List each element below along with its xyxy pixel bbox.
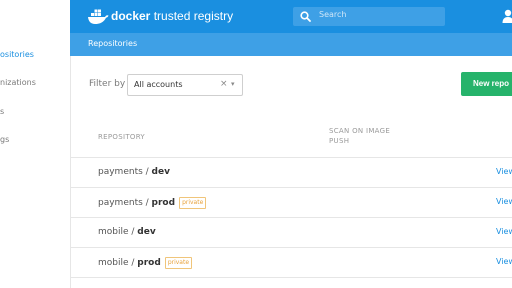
- view-link[interactable]: View: [496, 227, 512, 236]
- sidebar-item-label: gs: [0, 135, 10, 144]
- sidebar-item-label: s: [0, 107, 5, 116]
- breadcrumb-repositories[interactable]: Repositories: [88, 39, 137, 48]
- table-row: payments / prod private View: [70, 188, 512, 217]
- sidebar-item-settings[interactable]: gs: [0, 132, 70, 148]
- docker-logo[interactable]: docker trusted registry: [87, 8, 237, 26]
- new-repository-button[interactable]: New repo: [461, 72, 512, 96]
- new-repository-label: New repo: [473, 79, 510, 88]
- search-icon: [300, 11, 311, 22]
- sidebar-item-users[interactable]: s: [0, 104, 70, 120]
- account-filter-value: All accounts: [134, 80, 183, 89]
- search-input[interactable]: Search: [293, 7, 445, 26]
- sidebar-item-repositories[interactable]: ositories: [0, 47, 70, 63]
- sidebar-item-label: nizations: [0, 78, 36, 87]
- repository-name[interactable]: payments / dev: [98, 167, 170, 177]
- column-header-scan-on-push: SCAN ON IMAGE PUSH: [329, 127, 391, 145]
- view-link[interactable]: View: [496, 257, 512, 266]
- column-header-repository: REPOSITORY: [98, 133, 146, 141]
- chevron-down-icon[interactable]: ▾: [231, 80, 235, 88]
- clear-icon[interactable]: ×: [220, 79, 228, 89]
- repository-name[interactable]: mobile / prod private: [98, 257, 193, 269]
- sidebar: ositories nizations s gs: [0, 0, 71, 288]
- view-link[interactable]: View: [496, 197, 512, 206]
- private-badge: private: [179, 197, 207, 209]
- top-navbar: docker trusted registry Search: [70, 0, 512, 33]
- brand-name: docker trusted registry: [111, 9, 234, 23]
- account-filter-select[interactable]: All accounts × ▾: [127, 74, 243, 96]
- repository-name[interactable]: mobile / dev: [98, 227, 156, 237]
- sidebar-item-organizations[interactable]: nizations: [0, 75, 70, 91]
- divider: [70, 277, 512, 278]
- table-row: mobile / dev View: [70, 218, 512, 247]
- repository-name[interactable]: payments / prod private: [98, 197, 207, 209]
- view-link[interactable]: View: [496, 167, 512, 176]
- sidebar-item-label: ositories: [0, 50, 34, 59]
- user-icon[interactable]: [502, 9, 512, 23]
- private-badge: private: [164, 257, 193, 269]
- table-row: mobile / prod private View: [70, 248, 512, 277]
- table-row: payments / dev View: [70, 158, 512, 187]
- breadcrumb: Repositories: [70, 33, 512, 56]
- search-placeholder: Search: [319, 10, 347, 19]
- filter-label: Filter by: [89, 79, 126, 89]
- docker-whale-icon: [88, 9, 109, 24]
